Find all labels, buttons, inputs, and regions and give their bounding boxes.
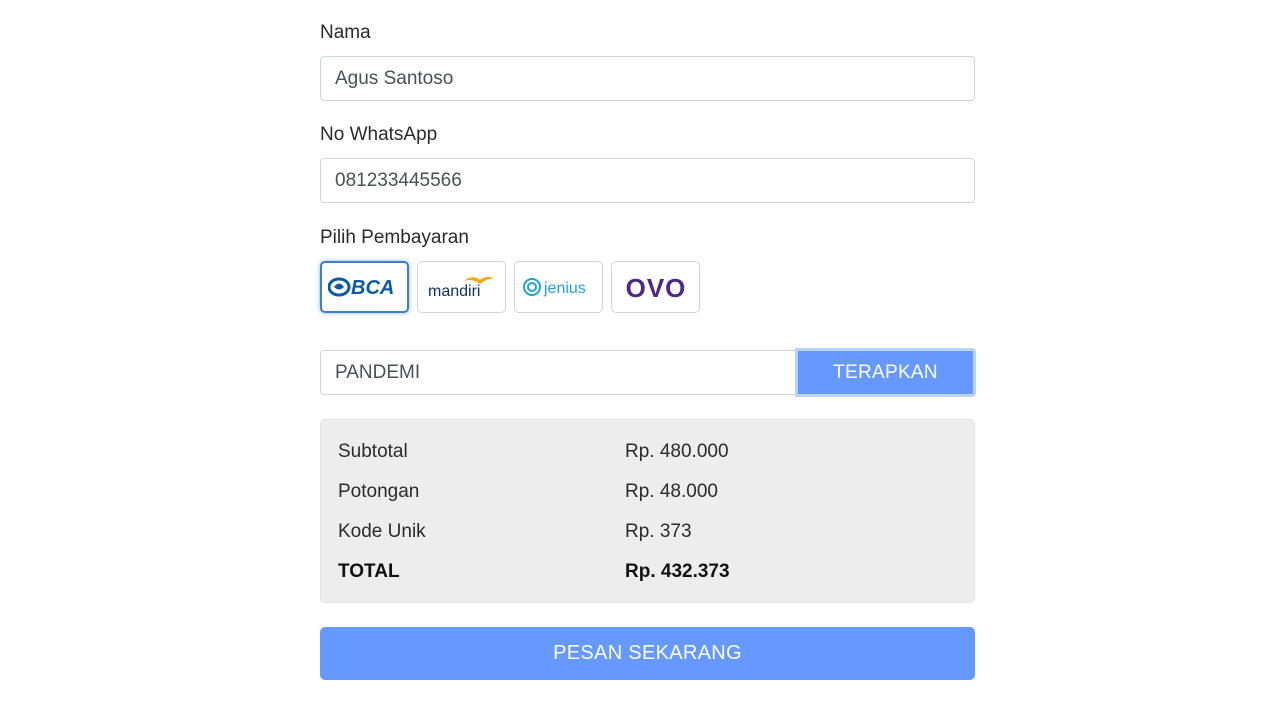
apply-voucher-button[interactable]: TERAPKAN <box>795 348 976 397</box>
whatsapp-input[interactable]: 081233445566 <box>320 158 975 203</box>
jenius-logo-icon: jenius <box>522 278 586 297</box>
payment-options: BCA mandiri jenius OVO <box>320 261 720 313</box>
payment-option-mandiri[interactable]: mandiri <box>417 261 506 313</box>
payment-option-jenius[interactable]: jenius <box>514 261 603 313</box>
mandiri-logo-text: mandiri <box>428 283 480 300</box>
unique-code-row: Kode Unik Rp. 373 <box>321 521 976 551</box>
bca-logo-icon: BCA <box>327 277 394 299</box>
total-value: Rp. 432.373 <box>625 561 730 582</box>
payment-option-bca[interactable]: BCA <box>320 261 409 313</box>
mandiri-logo-icon: mandiri <box>428 276 494 300</box>
total-row: TOTAL Rp. 432.373 <box>321 561 976 591</box>
subtotal-row: Subtotal Rp. 480.000 <box>321 441 976 471</box>
bca-logo-text: BCA <box>351 277 394 299</box>
subtotal-value: Rp. 480.000 <box>625 441 729 462</box>
whatsapp-label: No WhatsApp <box>320 124 438 145</box>
jenius-logo-text: jenius <box>543 280 586 297</box>
ovo-logo-icon: OVO <box>625 273 686 302</box>
unique-code-label: Kode Unik <box>338 521 426 542</box>
total-label: TOTAL <box>338 561 400 582</box>
order-summary: Subtotal Rp. 480.000 Potongan Rp. 48.000… <box>320 419 975 603</box>
name-input[interactable]: Agus Santoso <box>320 56 975 101</box>
payment-option-ovo[interactable]: OVO <box>611 261 700 313</box>
ovo-logo-text: OVO <box>625 273 686 302</box>
payment-label: Pilih Pembayaran <box>320 227 469 248</box>
discount-row: Potongan Rp. 48.000 <box>321 481 976 511</box>
voucher-input[interactable]: PANDEMI <box>320 350 796 395</box>
unique-code-value: Rp. 373 <box>625 521 692 542</box>
subtotal-label: Subtotal <box>338 441 408 462</box>
discount-value: Rp. 48.000 <box>625 481 718 502</box>
order-now-button[interactable]: PESAN SEKARANG <box>320 627 975 680</box>
name-label: Nama <box>320 22 371 43</box>
discount-label: Potongan <box>338 481 420 502</box>
